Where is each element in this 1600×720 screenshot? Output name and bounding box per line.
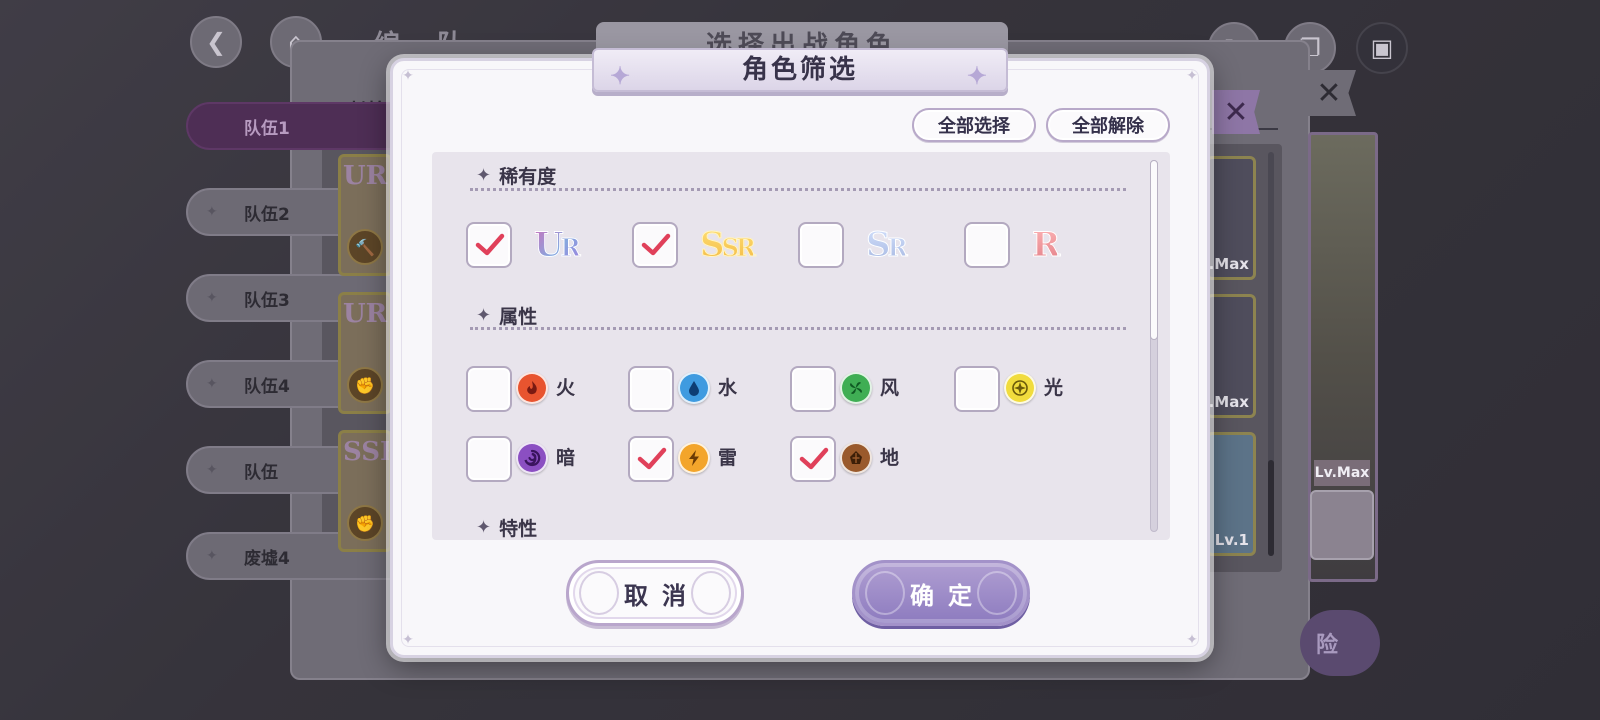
rarity-ur-checkbox[interactable] [466, 222, 512, 268]
hammer-icon: 🔨 [347, 229, 383, 265]
card-rarity: UR [343, 299, 388, 329]
attribute-heading: ✦ 属性 [476, 305, 538, 328]
button-ornament [691, 571, 731, 615]
checkmark-icon [641, 233, 671, 256]
team-tab-label: 队伍4 [244, 376, 290, 397]
card-rarity: UR [343, 161, 388, 191]
attribute-wind-label: 风 [880, 377, 900, 399]
fist-icon: ✊ [347, 505, 383, 541]
deselect-all-button[interactable]: 全部解除 [1046, 108, 1170, 142]
card-level: Lv.1 [1214, 531, 1249, 549]
attribute-wind-checkbox[interactable] [790, 366, 836, 412]
character-card[interactable]: SSR ✊ [338, 430, 392, 552]
star-icon: ✦ [476, 165, 492, 186]
plus-icon: ✦ [206, 548, 218, 564]
rarity-ssr-checkbox[interactable] [632, 222, 678, 268]
character-card[interactable]: UR 🔨 [338, 154, 392, 276]
back-icon[interactable]: ❮ [190, 16, 242, 68]
confirm-button[interactable]: 确定 [852, 560, 1030, 626]
attribute-earth-label: 地 [880, 447, 900, 469]
attribute-water-label: 水 [718, 377, 738, 399]
trait-heading: ✦ 特性 [476, 517, 538, 540]
card-level: .Max [1208, 255, 1249, 273]
checkmark-icon [475, 233, 505, 256]
section-divider [470, 188, 1126, 191]
water-icon [678, 372, 710, 404]
attribute-earth-checkbox[interactable] [790, 436, 836, 482]
rarity-sr-checkbox[interactable] [798, 222, 844, 268]
confirm-button-label: 确定 [910, 580, 986, 610]
card-level: .Max [1208, 393, 1249, 411]
cancel-button-label: 取消 [624, 580, 700, 610]
filter-scrollbar[interactable] [1150, 160, 1158, 532]
attribute-fire-label: 火 [556, 377, 576, 399]
light-icon [1004, 372, 1036, 404]
cancel-button[interactable]: 取消 [566, 560, 744, 626]
team-tab-label: 废墟4 [244, 548, 290, 569]
dark-icon [516, 442, 548, 474]
plus-icon: ✦ [206, 376, 218, 392]
attribute-dark-label: 暗 [556, 447, 576, 469]
team-tab-label: 队伍1 [244, 118, 290, 139]
team-tab-label: 队伍2 [244, 204, 290, 225]
dialog-title: ✦ 角色筛选 ✦ [592, 48, 1008, 92]
rarity-sr-label: SR [866, 222, 908, 271]
character-card[interactable]: .Max [1206, 156, 1256, 280]
corner-ornament: ✦ [1186, 632, 1198, 648]
star-icon: ✦ [476, 305, 492, 326]
rarity-r-label: R [1031, 222, 1060, 268]
corner-ornament: ✦ [402, 68, 414, 84]
rarity-ur-label: UR [534, 222, 582, 271]
plus-icon: ✦ [206, 290, 218, 306]
team-tab-label: 队伍 [244, 462, 278, 483]
earth-icon [840, 442, 872, 474]
character-card[interactable]: .Max [1206, 294, 1256, 418]
character-card[interactable]: Lv.1 [1206, 432, 1256, 556]
button-ornament [865, 571, 905, 615]
attribute-thunder-checkbox[interactable] [628, 436, 674, 482]
corner-ornament: ✦ [402, 632, 414, 648]
fist-icon: ✊ [347, 367, 383, 403]
rarity-heading: ✦ 稀有度 [476, 165, 557, 188]
fire-icon [516, 372, 548, 404]
attribute-thunder-label: 雷 [718, 447, 738, 469]
sparkle-icon: ✦ [966, 61, 990, 90]
equipment-badge[interactable] [1310, 490, 1374, 560]
checkmark-icon [637, 447, 667, 470]
grid-scroll-thumb[interactable] [1268, 460, 1274, 556]
attribute-fire-checkbox[interactable] [466, 366, 512, 412]
clipboard-icon[interactable]: ▣ [1356, 22, 1408, 74]
team-tab-1[interactable]: 队伍1 [186, 102, 416, 150]
attribute-light-label: 光 [1044, 377, 1064, 399]
plus-icon: ✦ [206, 204, 218, 220]
filter-scroll-thumb[interactable] [1150, 160, 1158, 340]
dialog-title-text: 角色筛选 [741, 55, 858, 85]
plus-icon: ✦ [206, 462, 218, 478]
character-card[interactable]: UR ✊ [338, 292, 392, 414]
wind-icon [840, 372, 872, 404]
portrait-level: Lv.Max [1314, 460, 1370, 486]
grid-scrollbar[interactable] [1268, 152, 1274, 556]
select-all-button[interactable]: 全部选择 [912, 108, 1036, 142]
section-divider [470, 327, 1126, 330]
explore-button[interactable]: 险 [1300, 610, 1380, 676]
attribute-dark-checkbox[interactable] [466, 436, 512, 482]
button-ornament [579, 571, 619, 615]
sparkle-icon: ✦ [610, 61, 634, 90]
button-ornament [977, 571, 1017, 615]
rarity-r-checkbox[interactable] [964, 222, 1010, 268]
team-tab-label: 队伍3 [244, 290, 290, 311]
star-icon: ✦ [476, 517, 492, 538]
close-icon[interactable]: ✕ [1302, 70, 1356, 116]
close-icon[interactable]: ✕ [1212, 90, 1260, 134]
card-rarity: SSR [343, 437, 389, 467]
corner-ornament: ✦ [1186, 68, 1198, 84]
rarity-ssr-label: SSR [700, 222, 757, 271]
attribute-light-checkbox[interactable] [954, 366, 1000, 412]
checkmark-icon [799, 447, 829, 470]
attribute-water-checkbox[interactable] [628, 366, 674, 412]
thunder-icon [678, 442, 710, 474]
